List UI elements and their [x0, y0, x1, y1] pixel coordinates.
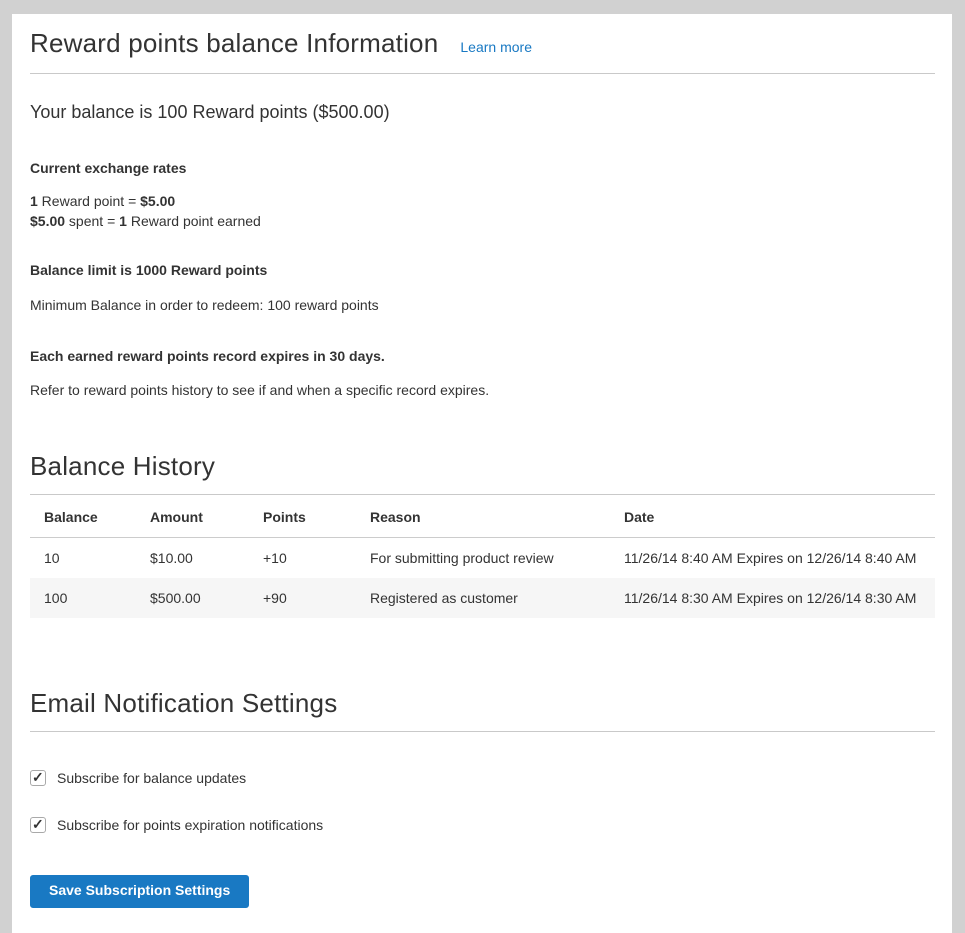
exchange-rate-line-2: $5.00 spent = 1 Reward point earned: [30, 212, 935, 232]
points-expiration-checkbox[interactable]: [30, 817, 46, 833]
page-title: Reward points balance Information: [30, 28, 438, 59]
balance-history-table: Balance Amount Points Reason Date 10 $10…: [30, 495, 935, 618]
save-subscription-settings-button[interactable]: Save Subscription Settings: [30, 875, 249, 907]
points-expiration-option: Subscribe for points expiration notifica…: [30, 817, 935, 833]
column-header-balance: Balance: [30, 495, 136, 538]
cell-date: 11/26/14 8:40 AM Expires on 12/26/14 8:4…: [610, 537, 935, 578]
points-expiration-label[interactable]: Subscribe for points expiration notifica…: [57, 817, 323, 833]
balance-updates-option: Subscribe for balance updates: [30, 770, 935, 786]
column-header-reason: Reason: [356, 495, 610, 538]
balance-updates-label[interactable]: Subscribe for balance updates: [57, 770, 246, 786]
column-header-date: Date: [610, 495, 935, 538]
cell-amount: $10.00: [136, 537, 249, 578]
expiration-note-text: Refer to reward points history to see if…: [30, 381, 935, 401]
table-row: 10 $10.00 +10 For submitting product rev…: [30, 537, 935, 578]
expiration-rule-text: Each earned reward points record expires…: [30, 347, 935, 367]
reward-points-panel: Reward points balance Information Learn …: [12, 14, 952, 933]
exchange-rate-line-1: 1 Reward point = $5.00: [30, 192, 935, 212]
exchange-rates-heading: Current exchange rates: [30, 159, 935, 179]
minimum-balance-text: Minimum Balance in order to redeem: 100 …: [30, 296, 935, 316]
balance-history-heading: Balance History: [30, 451, 935, 495]
email-notification-section: Email Notification Settings Subscribe fo…: [30, 688, 935, 908]
cell-reason: For submitting product review: [356, 537, 610, 578]
balance-statement: Your balance is 100 Reward points ($500.…: [30, 101, 935, 124]
page-header: Reward points balance Information Learn …: [30, 28, 935, 74]
balance-limit-text: Balance limit is 1000 Reward points: [30, 261, 935, 281]
email-settings-heading: Email Notification Settings: [30, 688, 935, 732]
column-header-amount: Amount: [136, 495, 249, 538]
cell-points: +90: [249, 578, 356, 618]
exchange-rates: 1 Reward point = $5.00 $5.00 spent = 1 R…: [30, 192, 935, 231]
cell-amount: $500.00: [136, 578, 249, 618]
cell-reason: Registered as customer: [356, 578, 610, 618]
cell-balance: 10: [30, 537, 136, 578]
cell-date: 11/26/14 8:30 AM Expires on 12/26/14 8:3…: [610, 578, 935, 618]
cell-balance: 100: [30, 578, 136, 618]
cell-points: +10: [249, 537, 356, 578]
balance-history-section: Balance History Balance Amount Points Re…: [30, 451, 935, 618]
table-row: 100 $500.00 +90 Registered as customer 1…: [30, 578, 935, 618]
column-header-points: Points: [249, 495, 356, 538]
learn-more-link[interactable]: Learn more: [460, 39, 532, 55]
balance-updates-checkbox[interactable]: [30, 770, 46, 786]
table-header-row: Balance Amount Points Reason Date: [30, 495, 935, 538]
